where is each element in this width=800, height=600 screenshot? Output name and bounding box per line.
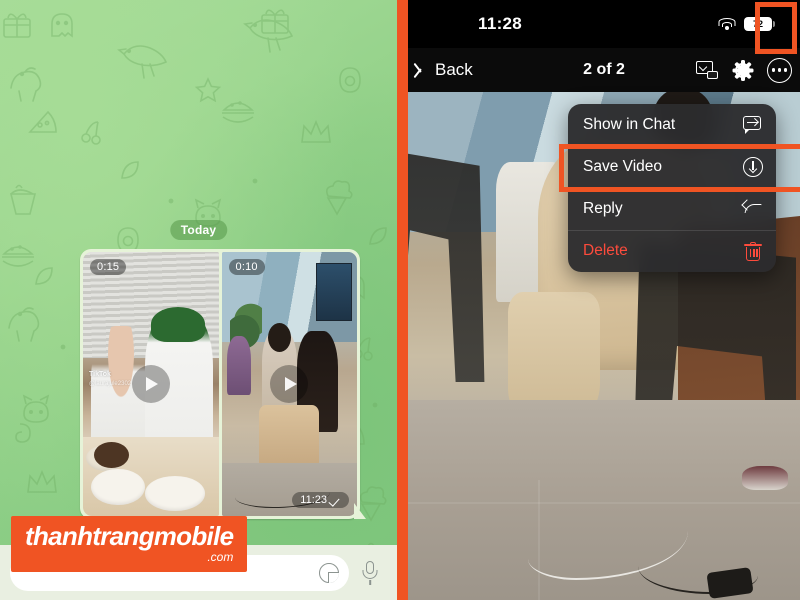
- context-menu: Show in Chat Save Video Reply Delete: [568, 104, 776, 272]
- play-icon[interactable]: [270, 365, 309, 403]
- panel-divider: [397, 0, 408, 600]
- video-thumbnail-1[interactable]: 0:15 TikTok @laurajule2302: [83, 252, 219, 516]
- more-dots-icon[interactable]: [767, 57, 792, 83]
- video-duration-badge: 0:10: [228, 259, 265, 275]
- tiktok-username: @laurajule2302: [89, 381, 132, 388]
- show-in-chat-icon: [743, 115, 763, 135]
- menu-item-label: Show in Chat: [583, 116, 676, 133]
- battery-icon: 72: [744, 17, 775, 31]
- status-bar-indicators: 72: [718, 17, 775, 31]
- sticker-icon[interactable]: [319, 562, 339, 583]
- back-button[interactable]: Back: [418, 60, 473, 80]
- play-icon[interactable]: [131, 365, 170, 403]
- reply-arrow-icon: [741, 199, 763, 219]
- menu-item-label: Reply: [583, 200, 623, 217]
- message-timestamp: 11:23: [292, 492, 349, 508]
- menu-item-save-video[interactable]: Save Video: [568, 146, 776, 188]
- date-chip: Today: [169, 220, 228, 240]
- brand-watermark: thanhtrangmobile .com: [11, 516, 248, 572]
- menu-item-reply[interactable]: Reply: [568, 188, 776, 230]
- watermark-main-text: thanhtrangmobile: [25, 521, 234, 551]
- tiktok-app-label: TikTok: [89, 371, 111, 378]
- menu-item-delete[interactable]: Delete: [568, 230, 776, 272]
- battery-level-text: 72: [752, 19, 763, 29]
- page-title: 2 of 2: [583, 61, 625, 78]
- picture-in-picture-icon[interactable]: [696, 61, 718, 79]
- nav-bar-actions: [696, 57, 792, 83]
- chevron-left-icon: [418, 61, 430, 80]
- screenshot-root: Today 0:15 TikTok @laurajule2302 0:10 11…: [0, 0, 800, 600]
- watermark-sub-text: .com: [207, 550, 234, 564]
- trash-icon: [743, 241, 763, 261]
- telegram-chat-panel: Today 0:15 TikTok @laurajule2302 0:10 11…: [0, 0, 397, 600]
- checkmark-icon: [330, 496, 341, 504]
- timestamp-text: 11:23: [300, 494, 327, 506]
- back-button-label: Back: [435, 60, 473, 79]
- menu-item-label: Delete: [583, 242, 628, 259]
- video-duration-badge: 0:15: [90, 259, 127, 275]
- status-bar-clock: 11:28: [478, 14, 523, 33]
- download-circle-icon: [743, 157, 763, 177]
- menu-item-label: Save Video: [583, 158, 662, 175]
- wifi-icon: [718, 17, 735, 31]
- media-viewer-panel: 11:28 72 Back 2 of 2 Show in Chat Save V…: [408, 0, 800, 600]
- navigation-bar: Back 2 of 2: [408, 48, 800, 92]
- video-thumbnail-2[interactable]: 0:10 11:23: [221, 252, 357, 516]
- tiktok-watermark: TikTok @laurajule2302: [89, 370, 131, 389]
- menu-item-show-in-chat[interactable]: Show in Chat: [568, 104, 776, 146]
- video-message-bubble[interactable]: 0:15 TikTok @laurajule2302 0:10 11:23: [80, 249, 360, 519]
- microphone-icon[interactable]: [359, 560, 381, 585]
- gear-icon[interactable]: [732, 59, 753, 81]
- status-bar: 11:28 72: [408, 0, 800, 48]
